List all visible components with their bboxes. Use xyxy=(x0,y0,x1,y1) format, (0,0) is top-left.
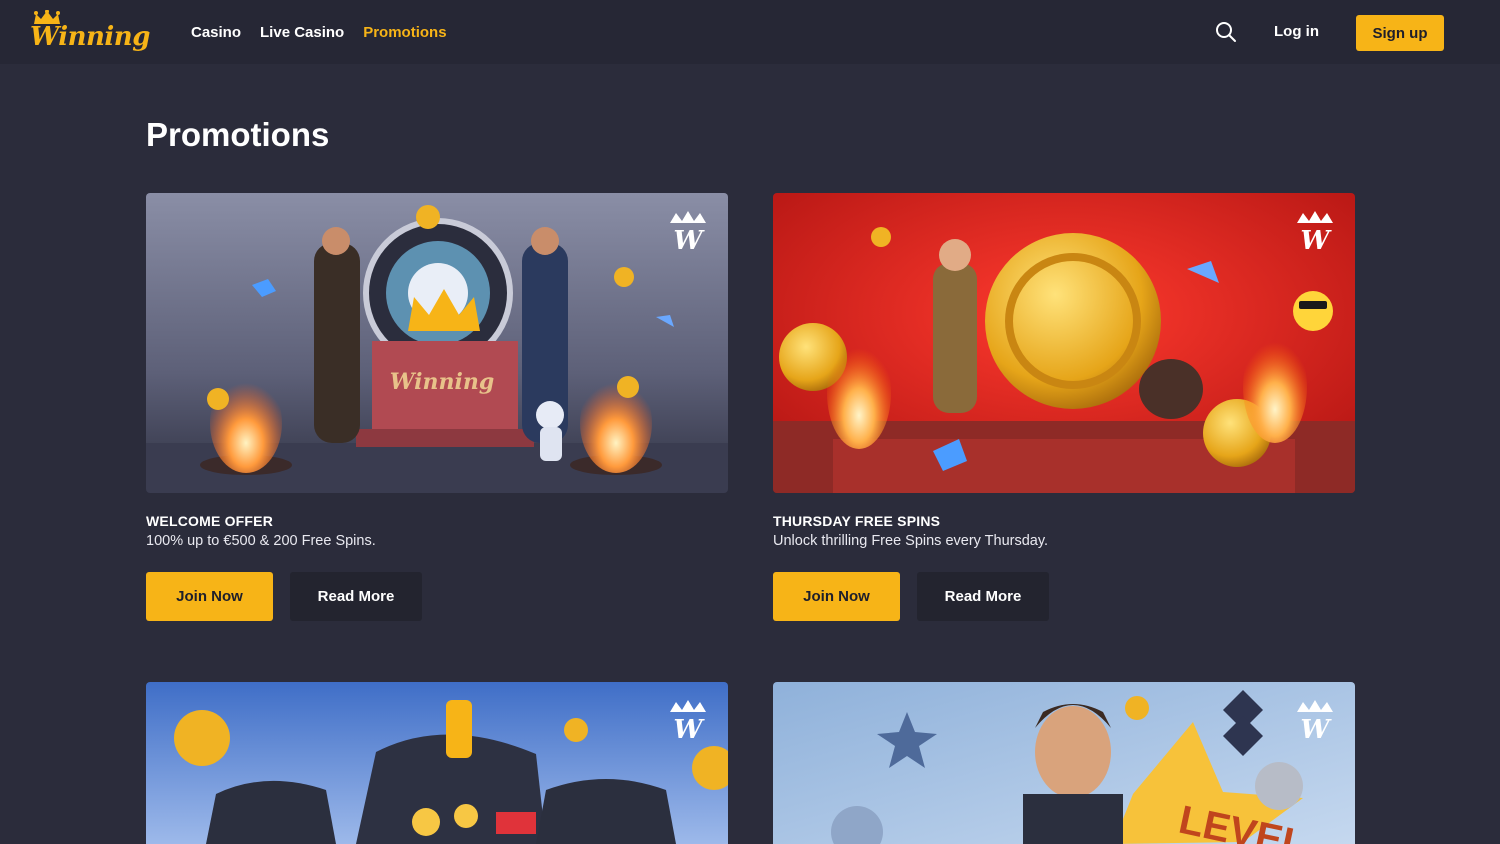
card-description: 100% up to €500 & 200 Free Spins. xyxy=(146,533,376,549)
thursday-free-spins-banner[interactable]: W xyxy=(773,193,1355,493)
winning-crown-logo-icon: W xyxy=(670,700,706,740)
card-title: THURSDAY FREE SPINS xyxy=(773,513,941,529)
winning-logo[interactable]: Winning xyxy=(30,10,150,56)
logo-text: Winning xyxy=(30,22,150,52)
signup-button[interactable]: Sign up xyxy=(1356,15,1444,51)
page-title: Promotions xyxy=(146,116,330,153)
winning-crown-logo-icon: W xyxy=(1297,700,1333,740)
read-more-button[interactable]: Read More xyxy=(290,572,422,621)
promo-card-treasure: W xyxy=(146,682,728,844)
promo-card-thursday: W THURSDAY FREE SPINS Unlock thrilling F… xyxy=(773,193,1355,621)
nav-promotions[interactable]: Promotions xyxy=(363,24,446,41)
svg-text:W: W xyxy=(1300,715,1332,740)
welcome-offer-illustration: Winning xyxy=(146,193,728,493)
welcome-offer-banner[interactable]: Winning W xyxy=(146,193,728,493)
winning-crown-logo-icon: W xyxy=(1297,211,1333,251)
svg-text:W: W xyxy=(673,715,705,740)
top-navigation-bar: Winning Casino Live Casino Promotions Lo… xyxy=(0,0,1500,64)
read-more-button[interactable]: Read More xyxy=(917,572,1049,621)
search-icon[interactable] xyxy=(1214,20,1238,44)
thursday-free-spins-illustration xyxy=(773,193,1355,493)
nav-casino[interactable]: Casino xyxy=(191,24,241,41)
nav-live-casino[interactable]: Live Casino xyxy=(260,24,344,41)
svg-text:Winning: Winning xyxy=(390,369,494,395)
svg-text:W: W xyxy=(673,226,705,251)
join-now-button[interactable]: Join Now xyxy=(146,572,273,621)
card-description: Unlock thrilling Free Spins every Thursd… xyxy=(773,533,1049,549)
login-link[interactable]: Log in xyxy=(1274,23,1319,40)
level-up-illustration: LEVEL xyxy=(773,682,1355,844)
promo-card-welcome: Winning W WELCOME OFFER 100% up to €500 … xyxy=(146,193,728,621)
promo-card-level-up: LEVEL W xyxy=(773,682,1355,844)
winning-crown-logo-icon: W xyxy=(670,211,706,251)
join-now-button[interactable]: Join Now xyxy=(773,572,900,621)
treasure-chest-illustration xyxy=(146,682,728,844)
card-title: WELCOME OFFER xyxy=(146,513,274,529)
level-up-banner[interactable]: LEVEL W xyxy=(773,682,1355,844)
main-nav: Casino Live Casino Promotions xyxy=(191,0,466,64)
svg-text:W: W xyxy=(1300,226,1332,251)
treasure-chest-banner[interactable]: W xyxy=(146,682,728,844)
